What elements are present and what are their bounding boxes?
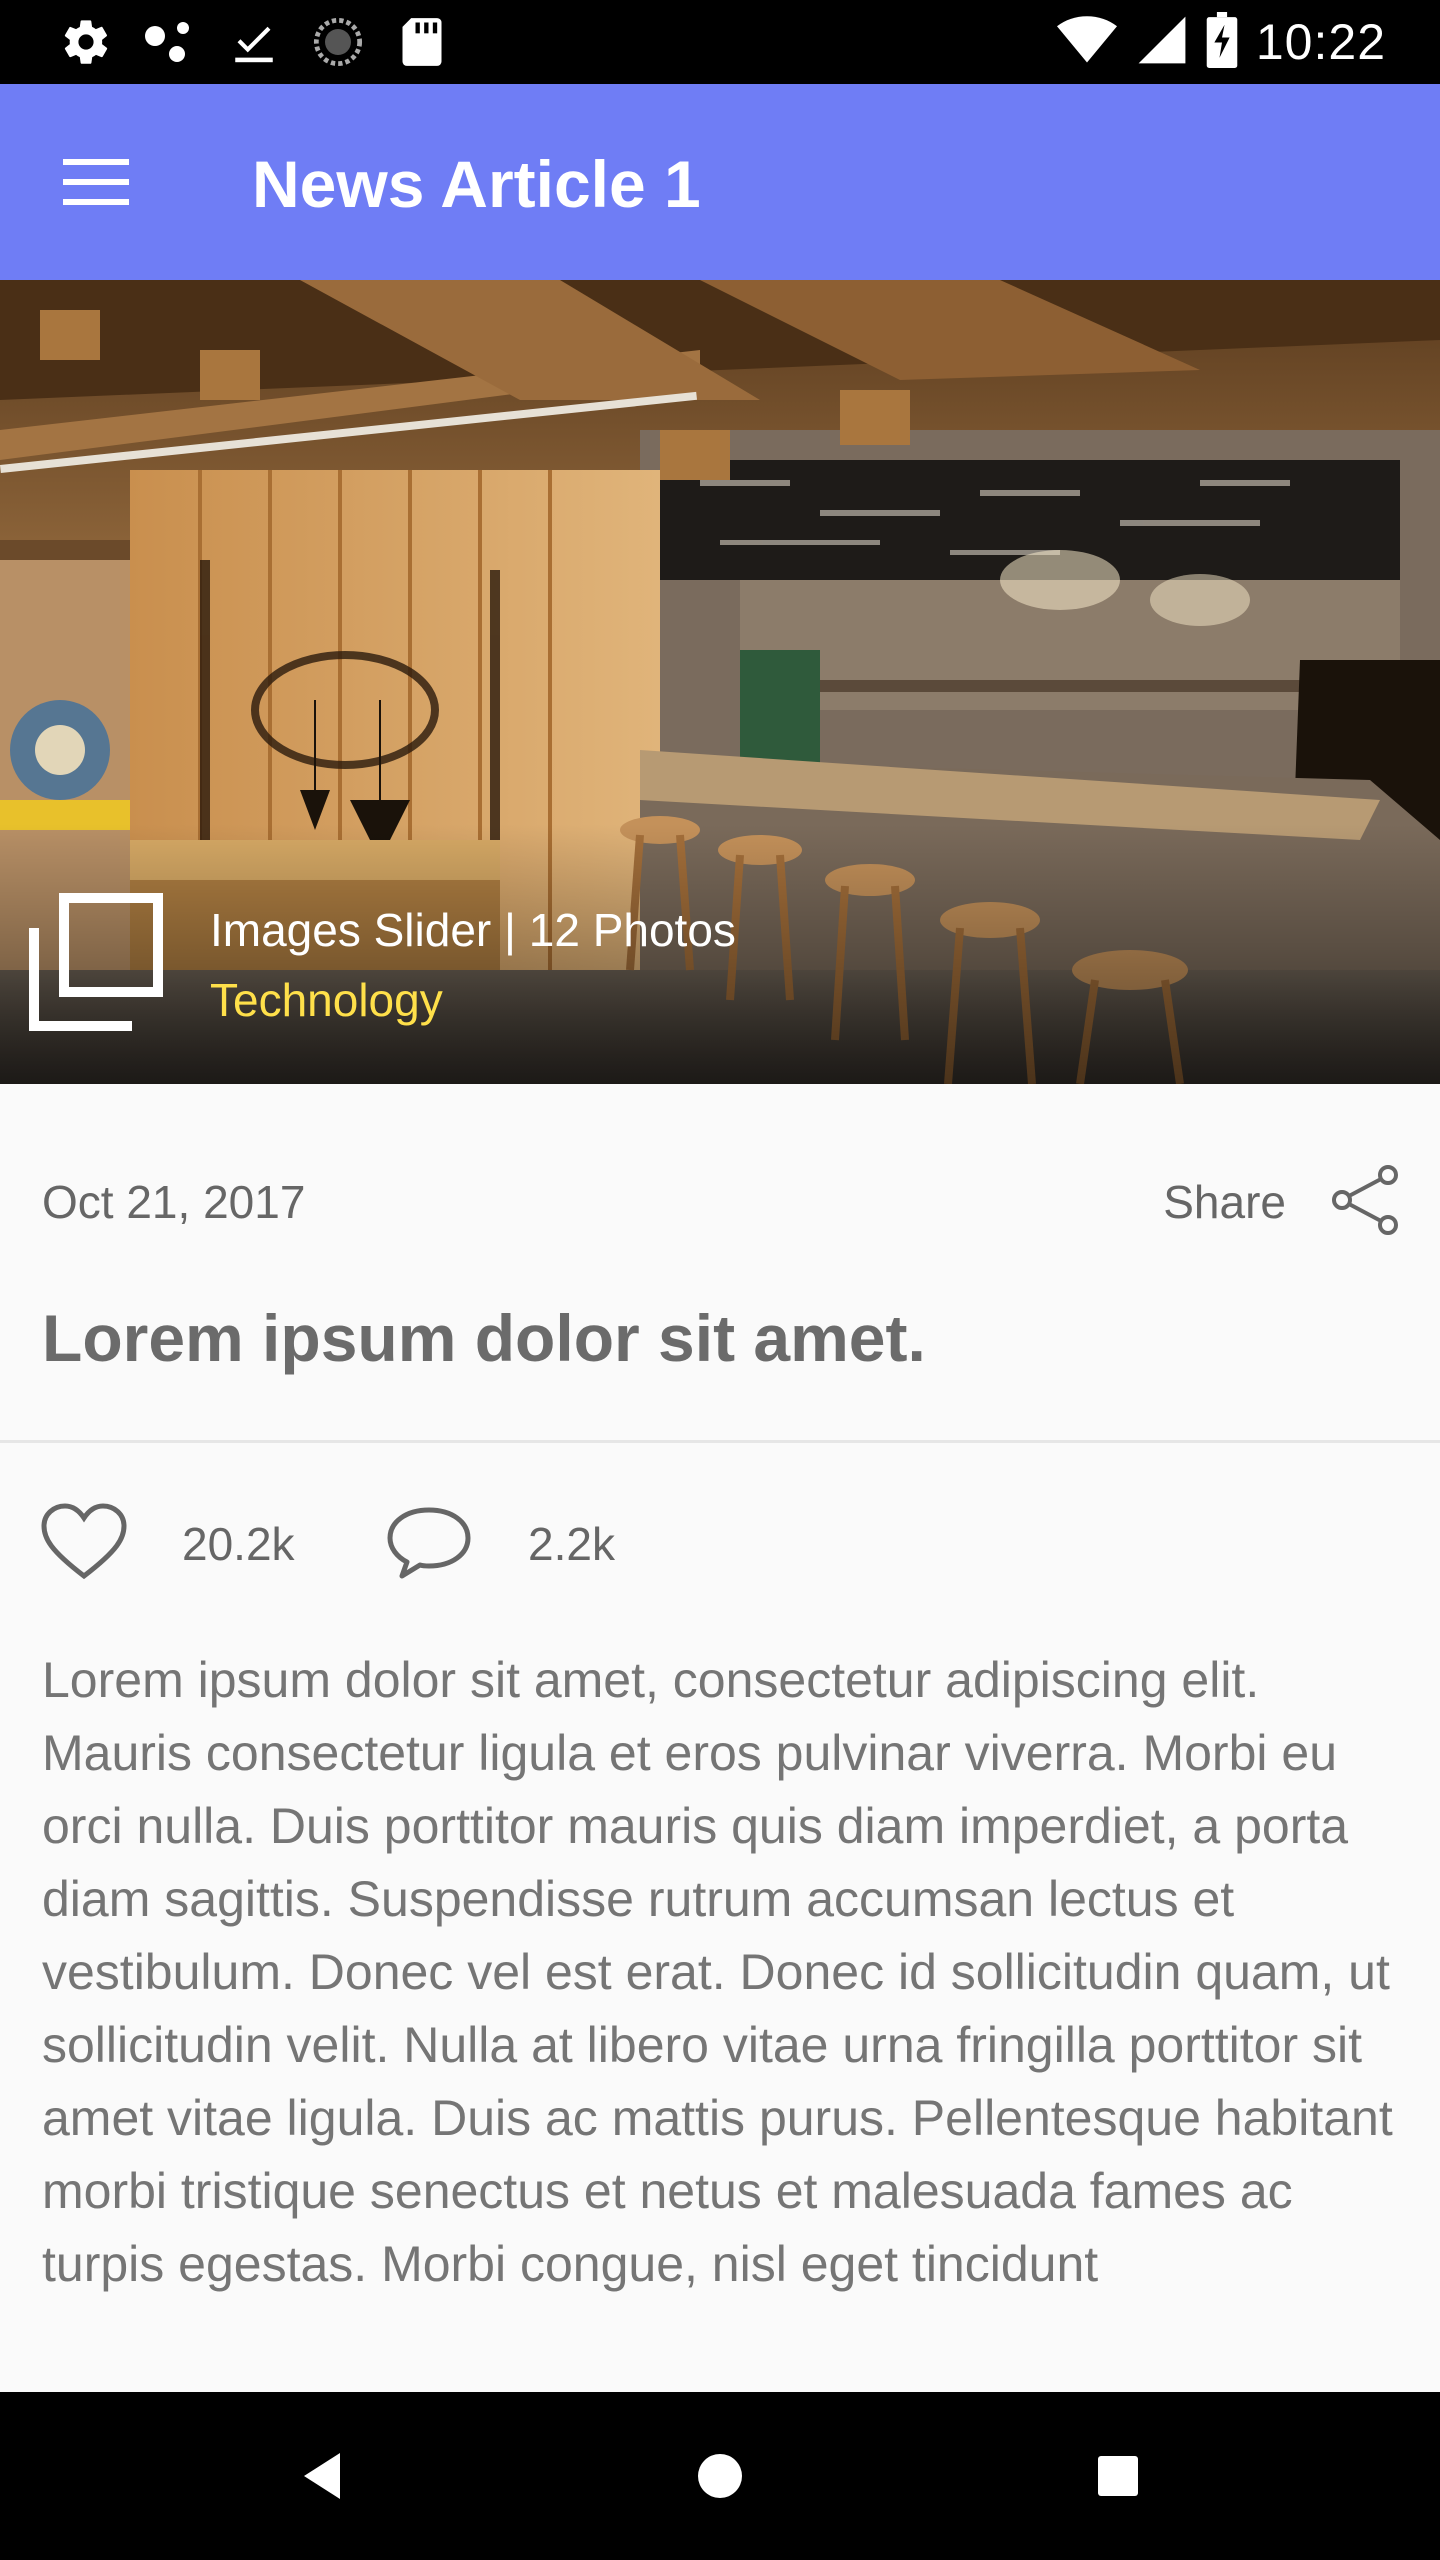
share-label: Share xyxy=(1163,1176,1286,1228)
heart-icon[interactable] xyxy=(40,1502,128,1582)
hero-image-slider[interactable]: Images Slider | 12 Photos Technology xyxy=(0,280,1440,1084)
comment-icon[interactable] xyxy=(384,1502,474,1582)
article-date: Oct 21, 2017 xyxy=(42,1176,306,1228)
hero-caption: Images Slider | 12 Photos xyxy=(210,904,736,956)
app-bar: News Article 1 xyxy=(0,84,1440,280)
share-button[interactable]: Share xyxy=(1163,1164,1400,1240)
battery-charging-icon xyxy=(1206,11,1238,73)
comments-count: 2.2k xyxy=(528,1518,615,1570)
recents-icon[interactable] xyxy=(1078,2436,1158,2516)
status-bar: 10:22 xyxy=(0,0,1440,84)
likes-count: 20.2k xyxy=(182,1518,295,1570)
sd-card-icon xyxy=(394,14,450,70)
download-done-icon xyxy=(226,14,282,70)
signal-icon xyxy=(1136,14,1188,71)
status-system-icons: 10:22 xyxy=(1056,11,1386,73)
divider xyxy=(0,1440,1440,1443)
status-notification-icons xyxy=(58,14,450,70)
wifi-icon xyxy=(1056,15,1118,70)
page-title: News Article 1 xyxy=(252,147,701,221)
share-icon xyxy=(1330,1164,1400,1240)
article-headline: Lorem ipsum dolor sit amet. xyxy=(42,1301,926,1375)
navigation-bar xyxy=(0,2392,1440,2560)
share-dots-icon xyxy=(142,14,198,70)
hamburger-menu-icon[interactable] xyxy=(56,142,136,222)
gallery-icon[interactable] xyxy=(26,890,170,1034)
settings-icon xyxy=(58,14,114,70)
home-icon[interactable] xyxy=(680,2436,760,2516)
back-icon[interactable] xyxy=(282,2436,362,2516)
screen: 10:22 News Article 1 Images Slider | 12 … xyxy=(0,0,1440,2560)
article-body: Lorem ipsum dolor sit amet, consectetur … xyxy=(42,1652,1393,2292)
status-time: 10:22 xyxy=(1255,14,1386,70)
category-label[interactable]: Technology xyxy=(210,970,443,1030)
sync-icon xyxy=(310,14,366,70)
